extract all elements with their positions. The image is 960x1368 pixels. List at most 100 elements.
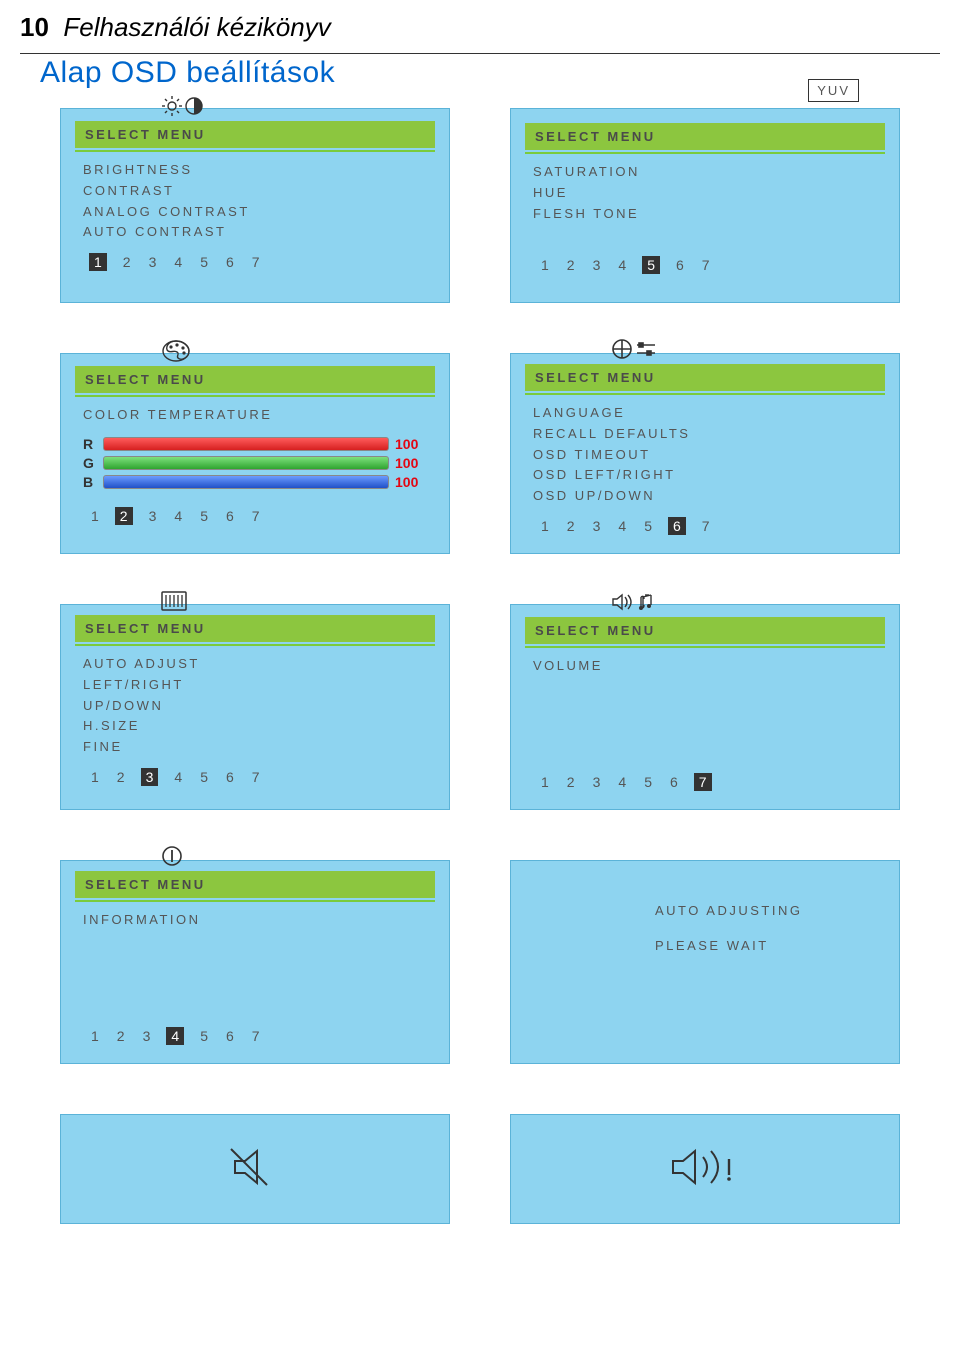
tab[interactable]: 2 <box>115 507 133 525</box>
panel-auto-adjust: SELECT MENU AUTO ADJUST LEFT/RIGHT UP/DO… <box>60 604 450 810</box>
panel-yuv: YUV SELECT MENU SATURATION HUE FLESH TON… <box>510 108 900 303</box>
tab[interactable]: 2 <box>115 1027 127 1045</box>
tab[interactable]: 3 <box>591 773 603 791</box>
tab[interactable]: 5 <box>198 253 210 271</box>
menu-items: SATURATION HUE FLESH TONE <box>525 160 885 230</box>
page-header: 10 Felhasználói kézikönyv <box>0 0 960 47</box>
menu-item[interactable]: VOLUME <box>533 656 877 677</box>
tab[interactable]: 5 <box>198 1027 210 1045</box>
tab[interactable]: 7 <box>250 253 262 271</box>
tab[interactable]: 2 <box>121 253 133 271</box>
panel-brightness: SELECT MENU BRIGHTNESS CONTRAST ANALOG C… <box>60 108 450 303</box>
tab[interactable]: 6 <box>668 773 680 791</box>
tab[interactable]: 2 <box>115 768 127 786</box>
tab[interactable]: 6 <box>224 768 236 786</box>
tab[interactable]: 4 <box>616 517 628 535</box>
menu-item[interactable]: FINE <box>83 737 427 758</box>
menu-item[interactable]: OSD LEFT/RIGHT <box>533 465 877 486</box>
menu-item[interactable]: HUE <box>533 183 877 204</box>
tab[interactable]: 2 <box>565 256 577 274</box>
tab[interactable]: 4 <box>616 256 628 274</box>
separator <box>75 395 435 397</box>
rgb-label: B <box>83 474 97 490</box>
tab[interactable]: 1 <box>539 256 551 274</box>
tab[interactable]: 5 <box>198 768 210 786</box>
tab[interactable]: 6 <box>224 507 236 525</box>
tab[interactable]: 2 <box>565 517 577 535</box>
tab[interactable]: 5 <box>642 517 654 535</box>
separator <box>525 646 885 648</box>
menu-item[interactable]: H.SIZE <box>83 716 427 737</box>
tab[interactable]: 5 <box>198 507 210 525</box>
tab[interactable]: 5 <box>642 773 654 791</box>
tab[interactable]: 1 <box>89 768 101 786</box>
tab[interactable]: 7 <box>250 1027 262 1045</box>
menu-item[interactable]: AUTO CONTRAST <box>83 222 427 243</box>
menu-item[interactable]: COLOR TEMPERATURE <box>83 405 427 426</box>
tab[interactable]: 6 <box>668 517 686 535</box>
tab[interactable]: 4 <box>172 507 184 525</box>
tab[interactable]: 7 <box>250 507 262 525</box>
menu-item[interactable]: LEFT/RIGHT <box>83 675 427 696</box>
rgb-row-b: B 100 <box>83 474 427 490</box>
tab[interactable]: 3 <box>141 768 159 786</box>
rgb-row-r: R 100 <box>83 436 427 452</box>
tab[interactable]: 3 <box>591 256 603 274</box>
tab[interactable]: 6 <box>674 256 686 274</box>
menu-item[interactable]: AUTO ADJUST <box>83 654 427 675</box>
menu-item[interactable]: BRIGHTNESS <box>83 160 427 181</box>
tab[interactable]: 1 <box>539 773 551 791</box>
tab[interactable]: 1 <box>89 1027 101 1045</box>
rgb-bar-blue[interactable] <box>103 475 389 489</box>
tab[interactable]: 3 <box>147 507 159 525</box>
rgb-label: R <box>83 436 97 452</box>
menu-item[interactable]: OSD UP/DOWN <box>533 486 877 507</box>
panel-information: SELECT MENU INFORMATION 1 2 3 4 5 6 7 <box>60 860 450 1064</box>
tab[interactable]: 7 <box>694 773 712 791</box>
tab[interactable]: 4 <box>172 768 184 786</box>
menu-item[interactable]: RECALL DEFAULTS <box>533 424 877 445</box>
rgb-bar-green[interactable] <box>103 456 389 470</box>
menu-item[interactable]: FLESH TONE <box>533 204 877 225</box>
tab[interactable]: 6 <box>224 1027 236 1045</box>
panel-title: SELECT MENU <box>525 123 885 150</box>
menu-item[interactable]: ANALOG CONTRAST <box>83 202 427 223</box>
menu-item[interactable]: LANGUAGE <box>533 403 877 424</box>
menu-items: COLOR TEMPERATURE <box>75 403 435 432</box>
panel-title: SELECT MENU <box>75 366 435 393</box>
status-line-1: AUTO ADJUSTING <box>655 901 885 922</box>
manual-title: Felhasználói kézikönyv <box>63 12 330 43</box>
menu-item[interactable]: INFORMATION <box>83 910 427 931</box>
brightness-contrast-icon <box>161 95 205 117</box>
menu-item[interactable]: CONTRAST <box>83 181 427 202</box>
tab[interactable]: 6 <box>224 253 236 271</box>
tab[interactable]: 7 <box>250 768 262 786</box>
menu-items: AUTO ADJUST LEFT/RIGHT UP/DOWN H.SIZE FI… <box>75 652 435 764</box>
tab[interactable]: 2 <box>565 773 577 791</box>
tab[interactable]: 1 <box>539 517 551 535</box>
rgb-value: 100 <box>395 474 427 490</box>
tab[interactable]: 5 <box>642 256 660 274</box>
tab[interactable]: 1 <box>89 507 101 525</box>
tab[interactable]: 4 <box>172 253 184 271</box>
tab[interactable]: 4 <box>166 1027 184 1045</box>
rgb-bar-red[interactable] <box>103 437 389 451</box>
tab[interactable]: 1 <box>89 253 107 271</box>
rgb-value: 100 <box>395 455 427 471</box>
menu-item[interactable]: OSD TIMEOUT <box>533 445 877 466</box>
tabs: 1 2 3 4 5 6 7 <box>75 1023 435 1045</box>
tabs: 1 2 3 4 5 6 7 <box>75 249 435 271</box>
menu-item[interactable]: SATURATION <box>533 162 877 183</box>
tab[interactable]: 7 <box>700 517 712 535</box>
tab[interactable]: 7 <box>700 256 712 274</box>
tab[interactable]: 3 <box>147 253 159 271</box>
tab[interactable]: 3 <box>591 517 603 535</box>
palette-icon <box>161 338 191 362</box>
tabs: 1 2 3 4 5 6 7 <box>525 769 885 791</box>
panel-title: SELECT MENU <box>75 871 435 898</box>
tab[interactable]: 4 <box>616 773 628 791</box>
separator <box>75 900 435 902</box>
menu-item[interactable]: UP/DOWN <box>83 696 427 717</box>
rgb-label: G <box>83 455 97 471</box>
tab[interactable]: 3 <box>141 1027 153 1045</box>
